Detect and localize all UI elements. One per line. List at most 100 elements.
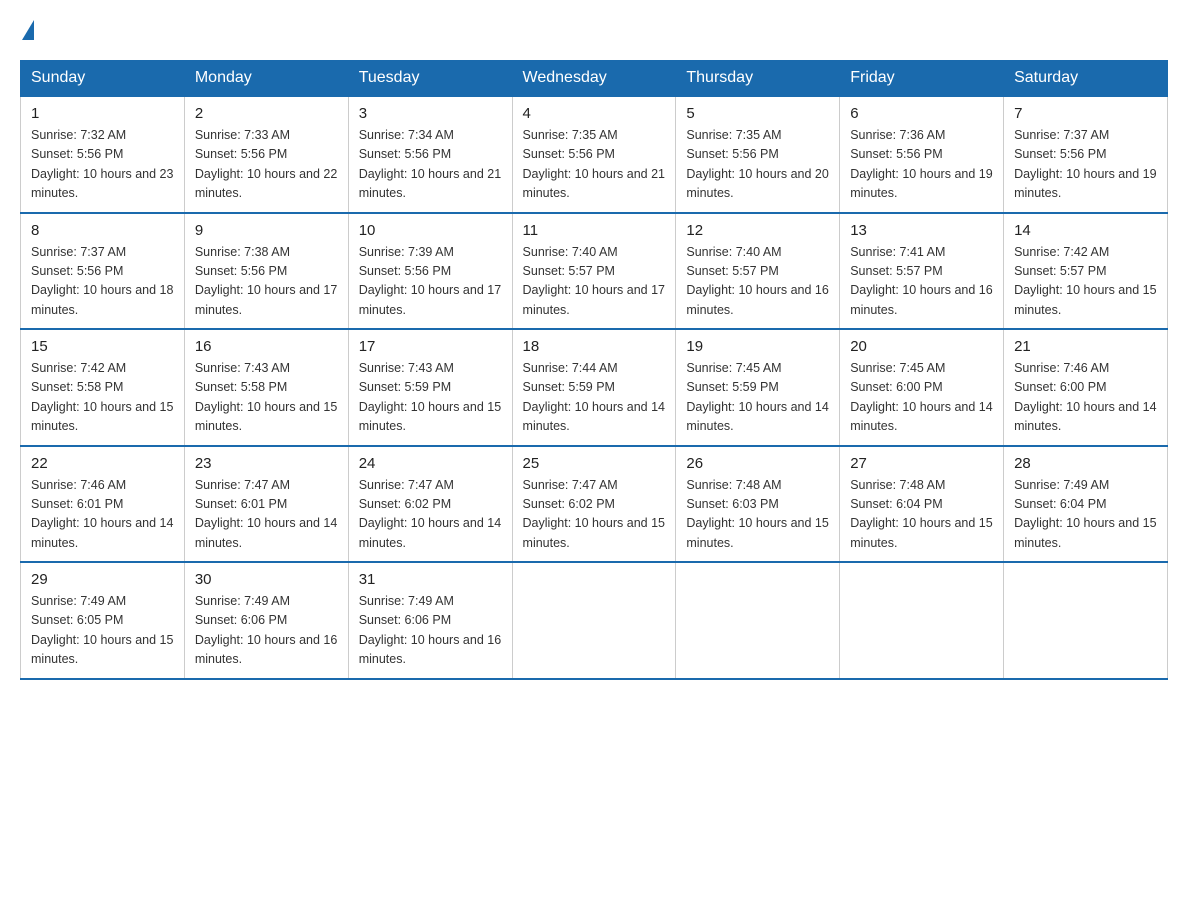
day-number: 23: [195, 455, 338, 472]
table-row: 16 Sunrise: 7:43 AMSunset: 5:58 PMDayligh…: [184, 329, 348, 446]
table-row: 3Sunrise: 7:34 AMSunset: 5:56 PMDaylight…: [348, 96, 512, 213]
table-row: 24 Sunrise: 7:47 AMSunset: 6:02 PMDayligh…: [348, 446, 512, 563]
table-row: [840, 562, 1004, 679]
col-thursday: Thursday: [676, 61, 840, 97]
day-number: 22: [31, 455, 174, 472]
day-number: 18: [523, 338, 666, 355]
calendar-week-row: 29 Sunrise: 7:49 AMSunset: 6:05 PMDayligh…: [21, 562, 1168, 679]
page-header: [20, 20, 1168, 40]
day-info: Sunrise: 7:35 AMSunset: 5:56 PMDaylight:…: [686, 126, 829, 204]
day-info: Sunrise: 7:32 AMSunset: 5:56 PMDaylight:…: [31, 126, 174, 204]
table-row: 25Sunrise: 7:47 AMSunset: 6:02 PMDayligh…: [512, 446, 676, 563]
day-info: Sunrise: 7:43 AMSunset: 5:59 PMDaylight:…: [359, 359, 502, 437]
table-row: 30Sunrise: 7:49 AMSunset: 6:06 PMDayligh…: [184, 562, 348, 679]
day-number: 19: [686, 338, 829, 355]
col-saturday: Saturday: [1004, 61, 1168, 97]
day-info: Sunrise: 7:47 AMSunset: 6:02 PMDaylight:…: [359, 476, 502, 554]
day-info: Sunrise: 7:48 AMSunset: 6:04 PMDaylight:…: [850, 476, 993, 554]
table-row: 19 Sunrise: 7:45 AMSunset: 5:59 PMDayligh…: [676, 329, 840, 446]
day-number: 26: [686, 455, 829, 472]
day-info: Sunrise: 7:44 AMSunset: 5:59 PMDaylight:…: [523, 359, 666, 437]
calendar-week-row: 1 Sunrise: 7:32 AMSunset: 5:56 PMDaylight…: [21, 96, 1168, 213]
day-info: Sunrise: 7:39 AMSunset: 5:56 PMDaylight:…: [359, 243, 502, 321]
day-number: 29: [31, 571, 174, 588]
day-number: 14: [1014, 222, 1157, 239]
day-info: Sunrise: 7:37 AMSunset: 5:56 PMDaylight:…: [1014, 126, 1157, 204]
day-info: Sunrise: 7:46 AMSunset: 6:00 PMDaylight:…: [1014, 359, 1157, 437]
table-row: 21 Sunrise: 7:46 AMSunset: 6:00 PMDayligh…: [1004, 329, 1168, 446]
col-wednesday: Wednesday: [512, 61, 676, 97]
day-number: 25: [523, 455, 666, 472]
day-info: Sunrise: 7:34 AMSunset: 5:56 PMDaylight:…: [359, 126, 502, 204]
day-info: Sunrise: 7:46 AMSunset: 6:01 PMDaylight:…: [31, 476, 174, 554]
day-info: Sunrise: 7:40 AMSunset: 5:57 PMDaylight:…: [686, 243, 829, 321]
table-row: 27 Sunrise: 7:48 AMSunset: 6:04 PMDayligh…: [840, 446, 1004, 563]
table-row: [1004, 562, 1168, 679]
table-row: 1 Sunrise: 7:32 AMSunset: 5:56 PMDaylight…: [21, 96, 185, 213]
day-number: 4: [523, 105, 666, 122]
day-number: 7: [1014, 105, 1157, 122]
table-row: [512, 562, 676, 679]
day-info: Sunrise: 7:37 AMSunset: 5:56 PMDaylight:…: [31, 243, 174, 321]
day-number: 6: [850, 105, 993, 122]
day-number: 27: [850, 455, 993, 472]
table-row: 23Sunrise: 7:47 AMSunset: 6:01 PMDayligh…: [184, 446, 348, 563]
day-info: Sunrise: 7:36 AMSunset: 5:56 PMDaylight:…: [850, 126, 993, 204]
table-row: 20 Sunrise: 7:45 AMSunset: 6:00 PMDayligh…: [840, 329, 1004, 446]
table-row: 29 Sunrise: 7:49 AMSunset: 6:05 PMDayligh…: [21, 562, 185, 679]
table-row: [676, 562, 840, 679]
day-info: Sunrise: 7:45 AMSunset: 6:00 PMDaylight:…: [850, 359, 993, 437]
day-number: 20: [850, 338, 993, 355]
day-info: Sunrise: 7:42 AMSunset: 5:58 PMDaylight:…: [31, 359, 174, 437]
day-number: 15: [31, 338, 174, 355]
day-number: 12: [686, 222, 829, 239]
day-number: 9: [195, 222, 338, 239]
calendar-week-row: 8 Sunrise: 7:37 AMSunset: 5:56 PMDaylight…: [21, 213, 1168, 330]
day-number: 16: [195, 338, 338, 355]
day-info: Sunrise: 7:42 AMSunset: 5:57 PMDaylight:…: [1014, 243, 1157, 321]
table-row: 9 Sunrise: 7:38 AMSunset: 5:56 PMDaylight…: [184, 213, 348, 330]
day-info: Sunrise: 7:43 AMSunset: 5:58 PMDaylight:…: [195, 359, 338, 437]
day-info: Sunrise: 7:41 AMSunset: 5:57 PMDaylight:…: [850, 243, 993, 321]
table-row: 26 Sunrise: 7:48 AMSunset: 6:03 PMDayligh…: [676, 446, 840, 563]
day-info: Sunrise: 7:48 AMSunset: 6:03 PMDaylight:…: [686, 476, 829, 554]
table-row: 8 Sunrise: 7:37 AMSunset: 5:56 PMDaylight…: [21, 213, 185, 330]
day-number: 10: [359, 222, 502, 239]
day-info: Sunrise: 7:33 AMSunset: 5:56 PMDaylight:…: [195, 126, 338, 204]
day-number: 31: [359, 571, 502, 588]
logo-triangle-icon: [22, 20, 34, 40]
day-info: Sunrise: 7:38 AMSunset: 5:56 PMDaylight:…: [195, 243, 338, 321]
table-row: 13 Sunrise: 7:41 AMSunset: 5:57 PMDayligh…: [840, 213, 1004, 330]
day-info: Sunrise: 7:49 AMSunset: 6:06 PMDaylight:…: [359, 592, 502, 670]
day-info: Sunrise: 7:45 AMSunset: 5:59 PMDaylight:…: [686, 359, 829, 437]
col-sunday: Sunday: [21, 61, 185, 97]
table-row: 31 Sunrise: 7:49 AMSunset: 6:06 PMDayligh…: [348, 562, 512, 679]
day-number: 13: [850, 222, 993, 239]
table-row: 7 Sunrise: 7:37 AMSunset: 5:56 PMDaylight…: [1004, 96, 1168, 213]
day-info: Sunrise: 7:49 AMSunset: 6:05 PMDaylight:…: [31, 592, 174, 670]
day-number: 28: [1014, 455, 1157, 472]
calendar-week-row: 15 Sunrise: 7:42 AMSunset: 5:58 PMDayligh…: [21, 329, 1168, 446]
calendar-table: Sunday Monday Tuesday Wednesday Thursday…: [20, 60, 1168, 680]
day-number: 1: [31, 105, 174, 122]
table-row: 6 Sunrise: 7:36 AMSunset: 5:56 PMDaylight…: [840, 96, 1004, 213]
day-number: 11: [523, 222, 666, 239]
day-number: 5: [686, 105, 829, 122]
day-number: 2: [195, 105, 338, 122]
day-number: 8: [31, 222, 174, 239]
table-row: 17 Sunrise: 7:43 AMSunset: 5:59 PMDayligh…: [348, 329, 512, 446]
day-info: Sunrise: 7:49 AMSunset: 6:06 PMDaylight:…: [195, 592, 338, 670]
day-number: 17: [359, 338, 502, 355]
table-row: 15 Sunrise: 7:42 AMSunset: 5:58 PMDayligh…: [21, 329, 185, 446]
day-info: Sunrise: 7:49 AMSunset: 6:04 PMDaylight:…: [1014, 476, 1157, 554]
table-row: 28 Sunrise: 7:49 AMSunset: 6:04 PMDayligh…: [1004, 446, 1168, 563]
table-row: 2 Sunrise: 7:33 AMSunset: 5:56 PMDaylight…: [184, 96, 348, 213]
table-row: 22 Sunrise: 7:46 AMSunset: 6:01 PMDayligh…: [21, 446, 185, 563]
day-number: 21: [1014, 338, 1157, 355]
table-row: 18 Sunrise: 7:44 AMSunset: 5:59 PMDayligh…: [512, 329, 676, 446]
table-row: 14 Sunrise: 7:42 AMSunset: 5:57 PMDayligh…: [1004, 213, 1168, 330]
logo: [20, 20, 36, 40]
col-monday: Monday: [184, 61, 348, 97]
table-row: 4Sunrise: 7:35 AMSunset: 5:56 PMDaylight…: [512, 96, 676, 213]
day-number: 24: [359, 455, 502, 472]
